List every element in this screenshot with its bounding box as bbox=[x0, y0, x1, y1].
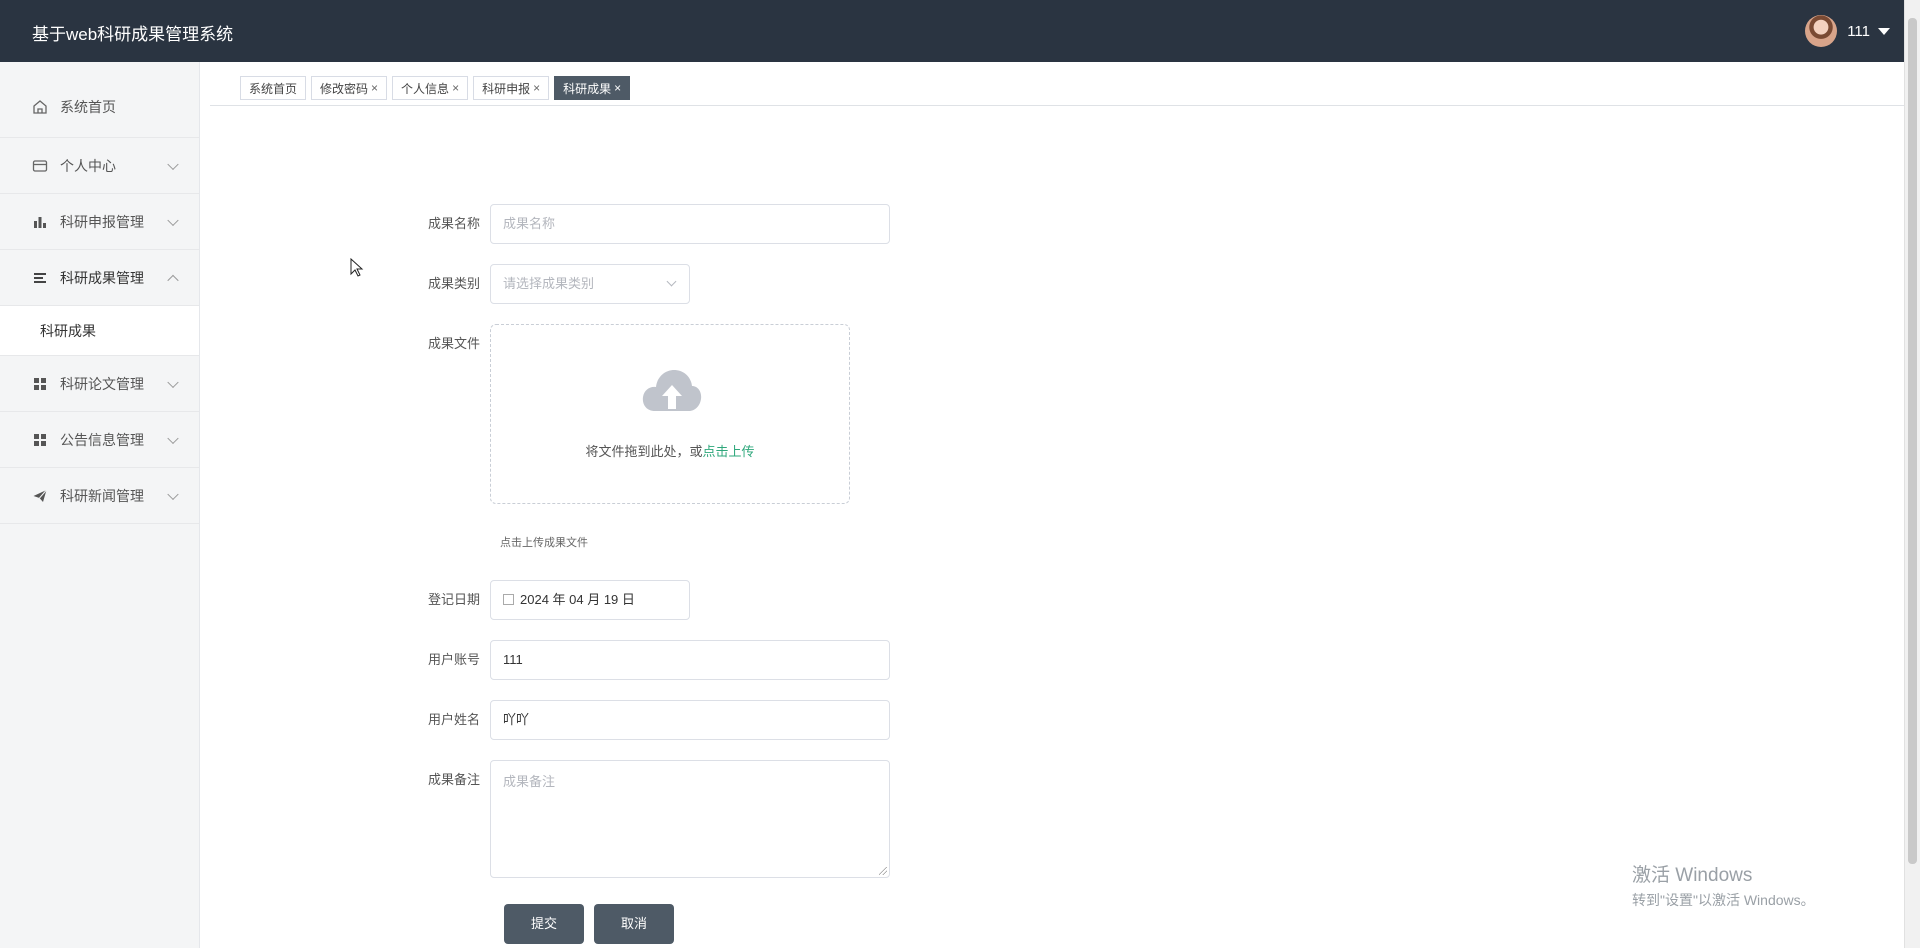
select-placeholder: 请选择成果类别 bbox=[503, 276, 595, 291]
close-icon[interactable]: × bbox=[371, 81, 378, 95]
field-label: 登记日期 bbox=[427, 592, 480, 607]
paper-plane-icon bbox=[32, 488, 48, 504]
sidebar-item-label: 个人中心 bbox=[60, 157, 116, 174]
achievement-name-input[interactable]: 成果名称 bbox=[490, 204, 890, 244]
sidebar-item-notice[interactable]: 公告信息管理 bbox=[0, 412, 199, 468]
username-label[interactable]: 111 bbox=[1847, 23, 1870, 40]
windows-activation-watermark: 激活 Windows 转到"设置"以激活 Windows。 bbox=[1632, 860, 1815, 910]
tab-research-achievement[interactable]: 科研成果 × bbox=[554, 76, 631, 100]
username-input[interactable]: 吖吖 bbox=[490, 700, 890, 740]
remark-textarea[interactable]: 成果备注 bbox=[490, 760, 890, 878]
form-actions: 提交 取消 bbox=[504, 904, 684, 944]
calendar-icon bbox=[503, 594, 514, 605]
bar-chart-icon bbox=[32, 214, 48, 230]
upload-hint: 将文件拖到此处，或点击上传 bbox=[491, 441, 849, 460]
tab-change-password[interactable]: 修改密码 × bbox=[311, 76, 388, 100]
file-upload-dropzone[interactable]: 将文件拖到此处，或点击上传 bbox=[490, 324, 850, 504]
field-label: 用户账号 bbox=[427, 652, 480, 667]
scrollbar-thumb[interactable] bbox=[1908, 18, 1917, 864]
sidebar-item-label: 公告信息管理 bbox=[60, 431, 144, 448]
submenu-item-research-achievement[interactable]: 科研成果 bbox=[0, 306, 199, 356]
menu-icon bbox=[32, 270, 48, 286]
home-icon bbox=[32, 99, 48, 115]
tab-label: 系统首页 bbox=[249, 81, 298, 96]
sidebar-item-research-application[interactable]: 科研申报管理 bbox=[0, 194, 199, 250]
form-row-file: 成果文件 将文件拖到此处，或点击上传 bbox=[400, 324, 850, 504]
chevron-up-icon bbox=[167, 274, 179, 286]
field-label: 成果备注 bbox=[427, 772, 480, 787]
chevron-down-icon bbox=[167, 432, 179, 444]
sidebar-item-label: 科研论文管理 bbox=[60, 375, 144, 392]
close-icon[interactable]: × bbox=[452, 81, 459, 95]
form-row-name: 成果名称 成果名称 bbox=[400, 204, 890, 244]
sidebar-item-label: 科研成果管理 bbox=[60, 269, 144, 286]
close-icon[interactable]: × bbox=[614, 81, 621, 95]
tab-personal-info[interactable]: 个人信息 × bbox=[392, 76, 469, 100]
date-picker[interactable]: 2024 年 04 月 19 日 bbox=[490, 580, 690, 620]
sidebar-item-home[interactable]: 系统首页 bbox=[0, 62, 199, 138]
grid-icon bbox=[32, 432, 48, 448]
date-value: 2024 年 04 月 19 日 bbox=[520, 592, 635, 607]
form-row-username: 用户姓名 吖吖 bbox=[400, 700, 890, 740]
form-row-remark: 成果备注 成果备注 bbox=[400, 760, 890, 878]
field-label: 用户姓名 bbox=[427, 712, 480, 727]
cancel-button[interactable]: 取消 bbox=[594, 904, 675, 944]
tab-bar: 系统首页 修改密码 × 个人信息 × 科研申报 × 科研成果 × bbox=[210, 62, 1904, 106]
sidebar: 系统首页 个人中心 科研申报管理 科研成果管理 科研成果 科研论文管理 公告信息… bbox=[0, 62, 200, 948]
resize-handle-icon[interactable] bbox=[879, 867, 887, 875]
sidebar-item-label: 科研新闻管理 bbox=[60, 487, 144, 504]
tab-label: 修改密码 bbox=[320, 81, 369, 96]
sidebar-item-label: 科研申报管理 bbox=[60, 213, 144, 230]
form-row-date: 登记日期 2024 年 04 月 19 日 bbox=[400, 580, 690, 620]
tab-label: 科研申报 bbox=[482, 81, 531, 96]
tab-label: 个人信息 bbox=[401, 81, 450, 96]
tab-research-application[interactable]: 科研申报 × bbox=[473, 76, 550, 100]
sidebar-item-personal-center[interactable]: 个人中心 bbox=[0, 138, 199, 194]
sidebar-item-research-achievement[interactable]: 科研成果管理 bbox=[0, 250, 199, 306]
tab-home[interactable]: 系统首页 bbox=[240, 76, 307, 100]
close-icon[interactable]: × bbox=[533, 81, 540, 95]
user-menu[interactable]: 111 bbox=[1805, 14, 1890, 48]
field-label: 成果文件 bbox=[427, 336, 480, 351]
caret-down-icon[interactable] bbox=[1878, 27, 1890, 35]
account-input[interactable]: 111 bbox=[490, 640, 890, 680]
chevron-down-icon bbox=[167, 158, 179, 170]
grid-icon bbox=[32, 376, 48, 392]
sidebar-item-paper[interactable]: 科研论文管理 bbox=[0, 356, 199, 412]
tab-label: 科研成果 bbox=[563, 81, 612, 96]
mouse-cursor-icon bbox=[350, 258, 364, 277]
category-select[interactable]: 请选择成果类别 bbox=[490, 264, 690, 304]
chevron-down-icon bbox=[167, 376, 179, 388]
drop-text: 将文件拖到此处，或 bbox=[585, 444, 703, 459]
form-row-category: 成果类别 请选择成果类别 bbox=[400, 264, 690, 304]
wallet-icon bbox=[32, 158, 48, 174]
textarea-placeholder: 成果备注 bbox=[503, 774, 556, 789]
top-header: 基于web科研成果管理系统 111 bbox=[0, 0, 1920, 62]
chevron-down-icon bbox=[167, 488, 179, 500]
field-label: 成果类别 bbox=[427, 276, 480, 291]
watermark-subtitle: 转到"设置"以激活 Windows。 bbox=[1632, 892, 1815, 908]
chevron-down-icon bbox=[167, 214, 179, 226]
sidebar-item-news[interactable]: 科研新闻管理 bbox=[0, 468, 199, 524]
upload-link[interactable]: 点击上传 bbox=[703, 444, 755, 459]
upload-tip: 点击上传成果文件 bbox=[500, 537, 588, 549]
cloud-upload-icon bbox=[642, 370, 702, 411]
app-title: 基于web科研成果管理系统 bbox=[32, 25, 234, 44]
page-scrollbar[interactable] bbox=[1904, 0, 1920, 948]
avatar[interactable] bbox=[1805, 15, 1838, 47]
form-row-account: 用户账号 111 bbox=[400, 640, 890, 680]
submit-button[interactable]: 提交 bbox=[504, 904, 585, 944]
form-row-file-tip: 点击上传成果文件 bbox=[500, 534, 588, 550]
field-label: 成果名称 bbox=[427, 216, 480, 231]
sidebar-item-label: 系统首页 bbox=[60, 98, 116, 115]
chevron-down-icon bbox=[666, 276, 677, 287]
watermark-title: 激活 Windows bbox=[1632, 865, 1753, 886]
